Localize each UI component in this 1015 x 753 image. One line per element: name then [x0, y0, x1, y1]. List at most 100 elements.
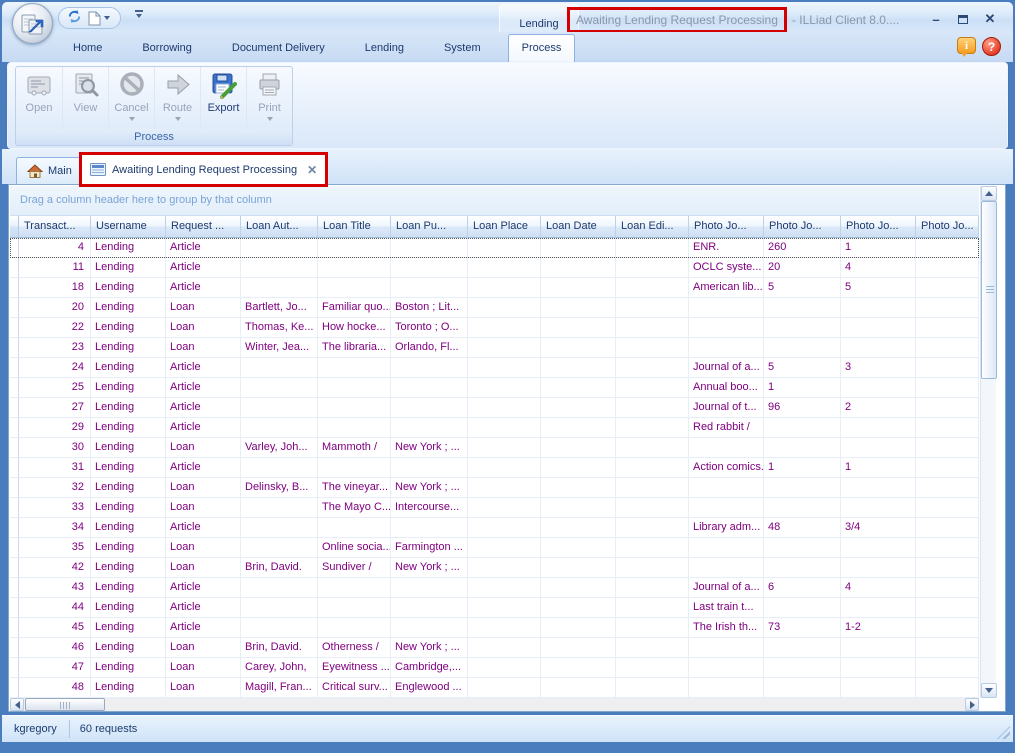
table-row[interactable]: 35LendingLoanOnline socia...Farmington .…	[10, 538, 979, 558]
grid-cell	[541, 258, 616, 278]
column-header[interactable]: Transact...	[19, 215, 91, 238]
table-row[interactable]: 42LendingLoanBrin, David.Sundiver /New Y…	[10, 558, 979, 578]
grid-cell: 3/4	[841, 518, 916, 538]
ribbon-tab-home[interactable]: Home	[60, 34, 115, 62]
customize-quick-access-button[interactable]	[133, 10, 145, 24]
table-row[interactable]: 11LendingArticleOCLC syste...204	[10, 258, 979, 278]
column-header[interactable]: Username	[91, 215, 166, 238]
open-button[interactable]: Open	[16, 67, 62, 129]
maximize-button[interactable]	[956, 12, 970, 27]
grid-cell: Delinsky, B...	[241, 478, 318, 498]
group-by-box[interactable]: Drag a column header here to group by th…	[10, 186, 979, 215]
column-header[interactable]: Request ...	[166, 215, 241, 238]
table-row[interactable]: 4LendingArticleENR.2601	[10, 238, 979, 258]
grid-cell: Loan	[166, 338, 241, 358]
export-button[interactable]: Export	[200, 67, 246, 129]
scroll-down-button[interactable]	[981, 683, 997, 698]
table-row[interactable]: 47LendingLoanCarey, John,Eyewitness ...C…	[10, 658, 979, 678]
close-button[interactable]: ✕	[983, 11, 997, 27]
tab-awaiting-lending-request-processing[interactable]: Awaiting Lending Request Processing ✕	[82, 155, 325, 184]
grid-cell	[916, 378, 979, 398]
new-request-button[interactable]	[88, 11, 110, 26]
info-icon[interactable]: i	[957, 37, 976, 54]
column-header[interactable]: Photo Jo...	[841, 215, 916, 238]
ribbon-tab-system[interactable]: System	[431, 34, 494, 62]
tab-close-icon[interactable]: ✕	[307, 163, 317, 177]
scroll-left-button[interactable]	[10, 698, 24, 711]
resize-grip[interactable]	[997, 726, 1010, 739]
column-header[interactable]: Loan Edi...	[616, 215, 689, 238]
grid-cell	[916, 338, 979, 358]
column-header[interactable]: Loan Pu...	[391, 215, 468, 238]
grid-cell	[841, 678, 916, 698]
help-icon[interactable]: ?	[982, 37, 1001, 56]
minimize-button[interactable]: –	[929, 12, 943, 27]
grid-cell	[616, 298, 689, 318]
horizontal-scrollbar[interactable]	[10, 698, 979, 711]
grid-cell	[468, 398, 541, 418]
table-row[interactable]: 24LendingArticleJournal of a...53	[10, 358, 979, 378]
horizontal-scroll-thumb[interactable]	[25, 698, 105, 711]
grid-cell	[468, 518, 541, 538]
table-row[interactable]: 18LendingArticleAmerican lib...55	[10, 278, 979, 298]
cancel-button[interactable]: Cancel	[108, 67, 154, 129]
table-row[interactable]: 48LendingLoanMagill, Fran...Critical sur…	[10, 678, 979, 698]
grid-cell: 18	[19, 278, 91, 298]
column-header[interactable]: Photo Jo...	[916, 215, 979, 238]
grid-cell	[916, 498, 979, 518]
column-header[interactable]: Loan Aut...	[241, 215, 318, 238]
grid-cell: Article	[166, 618, 241, 638]
table-row[interactable]: 25LendingArticleAnnual boo...1	[10, 378, 979, 398]
column-header[interactable]: Photo Jo...	[764, 215, 841, 238]
table-row[interactable]: 22LendingLoanThomas, Ke...How hocke...To…	[10, 318, 979, 338]
grid-cell: Article	[166, 518, 241, 538]
table-row[interactable]: 27LendingArticleJournal of t...962	[10, 398, 979, 418]
table-row[interactable]: 31LendingArticleAction comics.11	[10, 458, 979, 478]
grid-cell	[541, 418, 616, 438]
vertical-scrollbar[interactable]	[980, 186, 996, 698]
table-row[interactable]: 29LendingArticleRed rabbit /	[10, 418, 979, 438]
column-header[interactable]: Loan Title	[318, 215, 391, 238]
cancel-label: Cancel	[109, 102, 154, 114]
column-header[interactable]: Loan Date	[541, 215, 616, 238]
table-row[interactable]: 46LendingLoanBrin, David.Otherness /New …	[10, 638, 979, 658]
table-row[interactable]: 45LendingArticleThe Irish th...731-2	[10, 618, 979, 638]
view-button[interactable]: View	[62, 67, 108, 129]
ribbon-tab-process[interactable]: Process	[508, 34, 576, 62]
table-row[interactable]: 34LendingArticleLibrary adm...483/4	[10, 518, 979, 538]
table-row[interactable]: 32LendingLoanDelinsky, B...The vineyar..…	[10, 478, 979, 498]
ribbon-tab-document-delivery[interactable]: Document Delivery	[219, 34, 338, 62]
tab-main[interactable]: Main	[16, 157, 83, 184]
route-button[interactable]: Route	[154, 67, 200, 129]
refresh-button[interactable]	[67, 9, 82, 27]
vertical-scroll-thumb[interactable]	[981, 201, 997, 379]
column-header[interactable]: Loan Place	[468, 215, 541, 238]
grid-cell: Carey, John,	[241, 658, 318, 678]
table-row[interactable]: 33LendingLoanThe Mayo C...Intercourse...	[10, 498, 979, 518]
grid-cell	[541, 298, 616, 318]
grid-cell: 46	[19, 638, 91, 658]
grid-cell: 30	[19, 438, 91, 458]
grid-cell	[616, 278, 689, 298]
grid-cell: Familiar quo...	[318, 298, 391, 318]
table-row[interactable]: 30LendingLoanVarley, Joh...Mammoth /New …	[10, 438, 979, 458]
table-row[interactable]: 43LendingArticleJournal of a...64	[10, 578, 979, 598]
application-menu-button[interactable]	[12, 3, 53, 44]
cancel-dropdown-icon[interactable]	[129, 117, 135, 121]
table-row[interactable]: 20LendingLoanBartlett, Jo...Familiar quo…	[10, 298, 979, 318]
table-row[interactable]: 44LendingArticleLast train t...	[10, 598, 979, 618]
route-dropdown-icon[interactable]	[175, 117, 181, 121]
grid-cell	[689, 338, 764, 358]
column-header[interactable]: Photo Jo...	[689, 215, 764, 238]
table-row[interactable]: 23LendingLoanWinter, Jea...The libraria.…	[10, 338, 979, 358]
ribbon-tab-lending[interactable]: Lending	[352, 34, 417, 62]
quick-access-toolbar	[58, 7, 121, 29]
scroll-right-button[interactable]	[965, 698, 979, 711]
new-request-dropdown-icon[interactable]	[104, 16, 110, 20]
scroll-down-icon	[985, 688, 993, 693]
print-dropdown-icon[interactable]	[267, 117, 273, 121]
scroll-up-button[interactable]	[981, 186, 997, 201]
ribbon-tab-borrowing[interactable]: Borrowing	[129, 34, 205, 62]
row-indicator	[10, 378, 19, 398]
print-button[interactable]: Print	[246, 67, 292, 129]
